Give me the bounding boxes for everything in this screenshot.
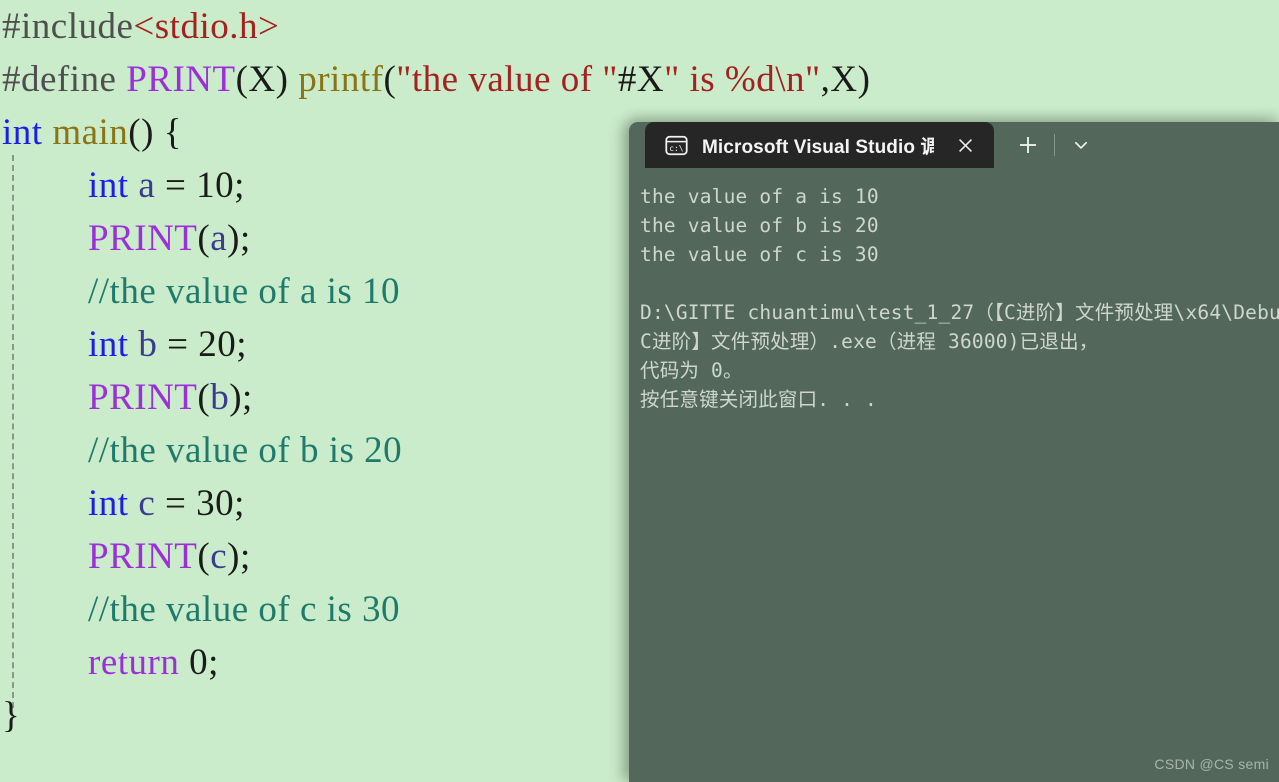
- code-token: 30: [196, 483, 235, 524]
- terminal-output-line: C进阶】文件预处理）.exe（进程 36000)已退出，: [640, 330, 1099, 353]
- code-token: a: [210, 218, 228, 259]
- terminal-output-line: the value of a is 10: [640, 185, 879, 208]
- code-token: =: [155, 165, 197, 206]
- chevron-down-icon[interactable]: [1059, 122, 1103, 168]
- code-token: ;: [236, 324, 247, 365]
- terminal-output[interactable]: the value of a is 10 the value of b is 20…: [629, 168, 1279, 414]
- code-token: (: [197, 536, 211, 577]
- code-token: PRINT: [126, 59, 236, 100]
- terminal-output-line: the value of c is 30: [640, 243, 879, 266]
- code-token: printf: [298, 59, 384, 100]
- new-tab-plus-icon[interactable]: [1006, 122, 1050, 168]
- code-token: PRINT: [88, 536, 198, 577]
- code-token: <stdio.h>: [133, 6, 280, 47]
- code-token: );: [227, 218, 251, 259]
- code-token: ,X): [820, 59, 871, 100]
- code-token: 0: [189, 642, 209, 683]
- terminal-tab[interactable]: c:\ Microsoft Visual Studio 调试控: [645, 122, 994, 168]
- code-token: c: [138, 483, 156, 524]
- terminal-output-line: the value of b is 20: [640, 214, 879, 237]
- code-token: b: [138, 324, 158, 365]
- code-token: (X): [235, 59, 299, 100]
- code-token: int: [88, 165, 129, 206]
- code-token: c: [210, 536, 228, 577]
- code-token: 20: [198, 324, 237, 365]
- terminal-tabbar-actions[interactable]: [1006, 122, 1103, 168]
- code-token: PRINT: [88, 218, 198, 259]
- code-token: PRINT: [88, 377, 198, 418]
- code-token: return: [88, 642, 180, 683]
- code-token: //the value of c is 30: [88, 589, 401, 630]
- tabbar-separator: [1054, 134, 1055, 156]
- code-token: #X: [617, 59, 665, 100]
- code-token: main: [52, 112, 129, 153]
- code-token: =: [155, 483, 197, 524]
- code-token: =: [157, 324, 199, 365]
- terminal-output-line: D:\GITTE chuantimu\test_1_27（【C进阶】文件预处理\…: [640, 301, 1279, 324]
- code-token: a: [138, 165, 156, 206]
- code-token: " is %d\n": [664, 59, 821, 100]
- code-token: );: [227, 536, 251, 577]
- terminal-output-line: 代码为 0。: [640, 359, 743, 382]
- code-token: (: [197, 218, 211, 259]
- code-token: //the value of b is 20: [88, 430, 403, 471]
- code-token: (: [383, 59, 397, 100]
- code-token: (: [197, 377, 211, 418]
- terminal-tab-title: Microsoft Visual Studio 调试控: [702, 136, 934, 158]
- csdn-watermark: CSDN @CS semi: [1154, 756, 1269, 772]
- code-token: () {: [128, 112, 182, 153]
- code-token: #include: [2, 6, 134, 47]
- code-token: "the value of ": [396, 59, 618, 100]
- screenshot-root: #include<stdio.h> #define PRINT(X) printf…: [0, 0, 1279, 782]
- code-token: int: [88, 483, 129, 524]
- code-token: }: [2, 695, 21, 736]
- code-token: ;: [208, 642, 219, 683]
- code-token: int: [88, 324, 129, 365]
- code-token: #define: [2, 59, 127, 100]
- terminal-output-line: 按任意键关闭此窗口. . .: [640, 388, 878, 411]
- svg-text:c:\: c:\: [669, 143, 684, 152]
- terminal-titlebar[interactable]: c:\ Microsoft Visual Studio 调试控: [629, 122, 1279, 168]
- code-token: ;: [234, 165, 245, 206]
- code-line[interactable]: #include<stdio.h>: [0, 0, 1279, 53]
- console-cmd-icon: c:\: [663, 132, 690, 159]
- code-token: 10: [196, 165, 235, 206]
- code-line[interactable]: #define PRINT(X) printf("the value of "#…: [0, 53, 1279, 106]
- code-token: b: [210, 377, 230, 418]
- close-icon[interactable]: [950, 130, 980, 160]
- terminal-window[interactable]: c:\ Microsoft Visual Studio 调试控: [629, 122, 1279, 782]
- code-token: );: [229, 377, 253, 418]
- code-token: int: [2, 112, 43, 153]
- code-token: ;: [234, 483, 245, 524]
- code-token: //the value of a is 10: [88, 271, 401, 312]
